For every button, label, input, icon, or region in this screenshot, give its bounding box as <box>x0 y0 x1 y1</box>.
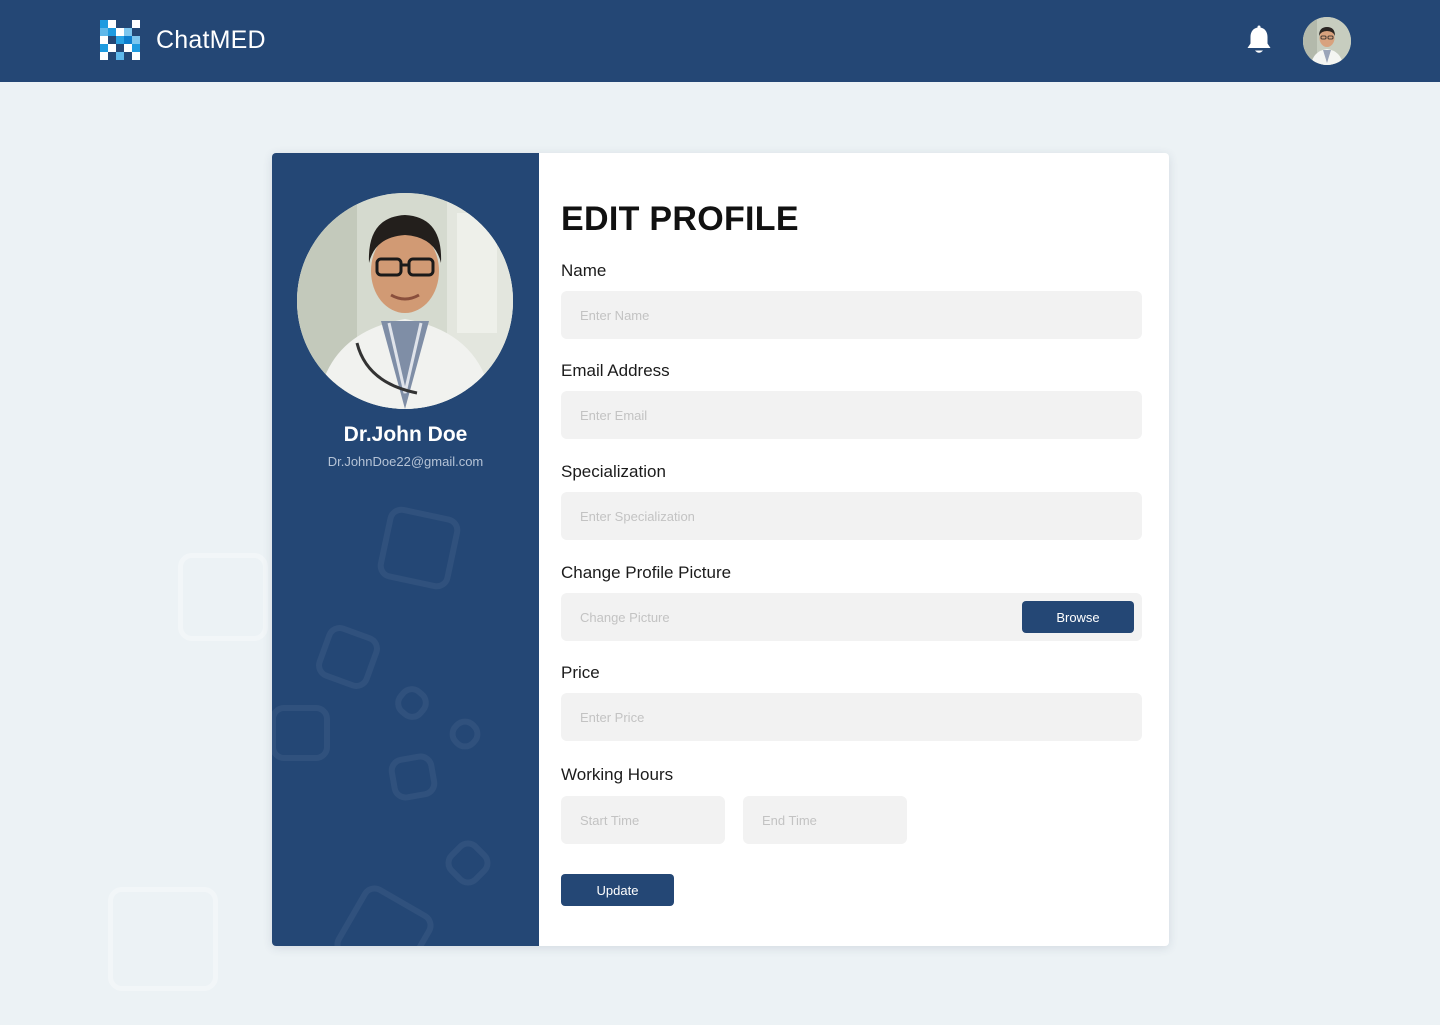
specialization-input[interactable] <box>561 492 1142 540</box>
update-button[interactable]: Update <box>561 874 674 906</box>
sidebar-decoration <box>272 705 330 761</box>
brand-name: ChatMED <box>156 25 266 54</box>
bell-icon[interactable] <box>1242 24 1276 58</box>
price-input[interactable] <box>561 693 1142 741</box>
background-decoration <box>108 887 218 991</box>
brand[interactable]: ChatMED <box>100 20 266 60</box>
start-time-input[interactable] <box>561 796 725 844</box>
name-input[interactable] <box>561 291 1142 339</box>
chatmed-logo-icon <box>100 20 140 60</box>
price-label: Price <box>561 663 600 682</box>
browse-button[interactable]: Browse <box>1022 601 1134 633</box>
sidebar-decoration <box>389 680 435 726</box>
specialization-label: Specialization <box>561 462 666 481</box>
doctor-email: Dr.JohnDoe22@gmail.com <box>327 454 484 469</box>
profile-sidebar: Dr.John Doe Dr.JohnDoe22@gmail.com <box>272 153 539 946</box>
page-title: EDIT PROFILE <box>561 200 799 238</box>
email-label: Email Address <box>561 361 670 380</box>
edit-profile-form: EDIT PROFILE Name Email Address Speciali… <box>561 153 1161 946</box>
name-label: Name <box>561 261 607 280</box>
doctor-name: Dr.John Doe <box>343 423 468 446</box>
edit-profile-card: Dr.John Doe Dr.JohnDoe22@gmail.com EDIT … <box>272 153 1169 946</box>
sidebar-decoration <box>443 712 487 756</box>
end-time-input[interactable] <box>743 796 907 844</box>
email-input[interactable] <box>561 391 1142 439</box>
change-picture-label: Change Profile Picture <box>561 563 732 582</box>
top-navigation-bar: ChatMED <box>0 0 1440 82</box>
working-hours-label: Working Hours <box>561 765 674 784</box>
background-decoration <box>178 553 268 641</box>
sidebar-decoration <box>329 880 439 946</box>
sidebar-decoration <box>312 621 384 693</box>
user-avatar[interactable] <box>1303 17 1351 65</box>
profile-photo <box>297 193 513 409</box>
sidebar-decoration <box>386 751 440 803</box>
sidebar-decoration <box>439 834 497 892</box>
sidebar-decoration <box>375 504 463 592</box>
